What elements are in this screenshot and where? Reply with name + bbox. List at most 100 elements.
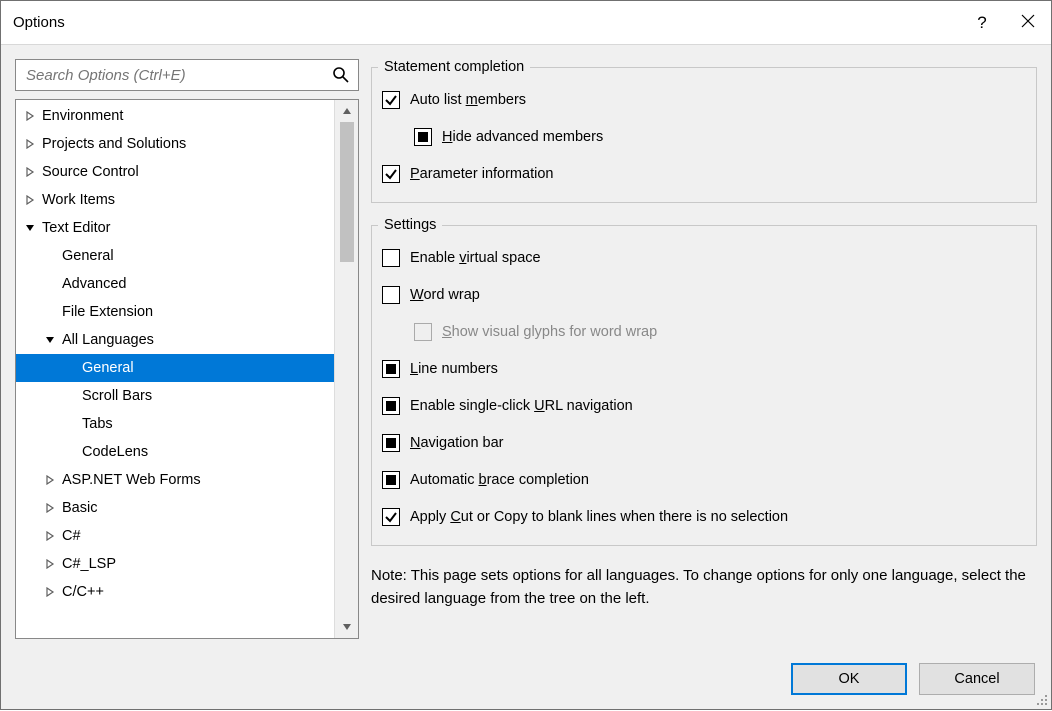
resize-grip-icon[interactable] bbox=[1035, 693, 1049, 707]
tree-item[interactable]: General bbox=[16, 354, 334, 382]
checkbox-hide-advanced-members[interactable]: Hide advanced members bbox=[414, 118, 1026, 155]
tree-item[interactable]: Environment bbox=[16, 102, 334, 130]
chevron-right-icon[interactable] bbox=[24, 138, 36, 150]
search-icon[interactable] bbox=[332, 66, 350, 84]
checkbox-box[interactable] bbox=[382, 286, 400, 304]
tree-item-label: Projects and Solutions bbox=[42, 136, 186, 152]
checkbox-automatic-brace-completion[interactable]: Automatic brace completion bbox=[382, 461, 1026, 498]
tree-item-label: File Extension bbox=[62, 304, 153, 320]
note-text: Note: This page sets options for all lan… bbox=[371, 564, 1037, 611]
right-pane: Statement completion Auto list members H… bbox=[371, 59, 1037, 639]
group-settings: Settings Enable virtual space Word wrap … bbox=[371, 217, 1037, 546]
chevron-right-icon[interactable] bbox=[44, 530, 56, 542]
tree-item[interactable]: C#_LSP bbox=[16, 550, 334, 578]
tree-item[interactable]: Text Editor bbox=[16, 214, 334, 242]
checkbox-box[interactable] bbox=[382, 165, 400, 183]
tree-item-label: Tabs bbox=[82, 416, 113, 432]
tree-item[interactable]: File Extension bbox=[16, 298, 334, 326]
checkbox-box[interactable] bbox=[382, 91, 400, 109]
tree-item[interactable]: General bbox=[16, 242, 334, 270]
tree-item[interactable]: Basic bbox=[16, 494, 334, 522]
window-title: Options bbox=[13, 14, 959, 31]
options-dialog: Options ? Environment Projects and Soluti… bbox=[0, 0, 1052, 710]
tree-item-label: C#_LSP bbox=[62, 556, 116, 572]
tree-item[interactable]: C# bbox=[16, 522, 334, 550]
tree-item-label: Basic bbox=[62, 500, 97, 516]
checkbox-label: Enable single-click URL navigation bbox=[410, 398, 633, 414]
tree-view: Environment Projects and Solutions Source … bbox=[15, 99, 359, 639]
tree-item[interactable]: C/C++ bbox=[16, 578, 334, 606]
tree-item[interactable]: CodeLens bbox=[16, 438, 334, 466]
tree-items: Environment Projects and Solutions Source … bbox=[16, 100, 334, 638]
tree-item[interactable]: Projects and Solutions bbox=[16, 130, 334, 158]
chevron-down-icon[interactable] bbox=[44, 334, 56, 346]
checkbox-label: Navigation bar bbox=[410, 435, 504, 451]
tree-item[interactable]: Tabs bbox=[16, 410, 334, 438]
tree-item[interactable]: All Languages bbox=[16, 326, 334, 354]
tree-item-label: C/C++ bbox=[62, 584, 104, 600]
chevron-right-icon[interactable] bbox=[44, 502, 56, 514]
checkbox-label: Line numbers bbox=[410, 361, 498, 377]
checkbox-box[interactable] bbox=[382, 397, 400, 415]
checkbox-word-wrap[interactable]: Word wrap bbox=[382, 276, 1026, 313]
group-legend: Statement completion bbox=[378, 59, 530, 75]
scrollbar[interactable] bbox=[334, 100, 358, 638]
search-input[interactable] bbox=[24, 66, 332, 85]
tree-item-label: Text Editor bbox=[42, 220, 111, 236]
checkbox-label: Word wrap bbox=[410, 287, 480, 303]
tree-item-label: ASP.NET Web Forms bbox=[62, 472, 201, 488]
tree-item-label: Work Items bbox=[42, 192, 115, 208]
checkbox-navigation-bar[interactable]: Navigation bar bbox=[382, 424, 1026, 461]
titlebar: Options ? bbox=[1, 1, 1051, 45]
checkbox-label: Apply Cut or Copy to blank lines when th… bbox=[410, 509, 788, 525]
checkbox-line-numbers[interactable]: Line numbers bbox=[382, 350, 1026, 387]
tree-item[interactable]: Work Items bbox=[16, 186, 334, 214]
checkbox-label: Show visual glyphs for word wrap bbox=[442, 324, 657, 340]
tree-item-label: Source Control bbox=[42, 164, 139, 180]
tree-item[interactable]: Source Control bbox=[16, 158, 334, 186]
checkbox-box[interactable] bbox=[382, 249, 400, 267]
checkbox-box[interactable] bbox=[382, 360, 400, 378]
chevron-right-icon[interactable] bbox=[44, 474, 56, 486]
scroll-down-icon[interactable] bbox=[335, 616, 359, 638]
checkbox-label: Parameter information bbox=[410, 166, 553, 182]
checkbox-apply-cut-copy-blank-lines[interactable]: Apply Cut or Copy to blank lines when th… bbox=[382, 498, 1026, 535]
ok-button[interactable]: OK bbox=[791, 663, 907, 695]
checkbox-enable-virtual-space[interactable]: Enable virtual space bbox=[382, 239, 1026, 276]
spacer bbox=[64, 446, 76, 458]
checkbox-enable-url-navigation[interactable]: Enable single-click URL navigation bbox=[382, 387, 1026, 424]
chevron-down-icon[interactable] bbox=[24, 222, 36, 234]
checkbox-box[interactable] bbox=[382, 508, 400, 526]
tree-item-label: General bbox=[82, 360, 134, 376]
tree-item[interactable]: ASP.NET Web Forms bbox=[16, 466, 334, 494]
chevron-right-icon[interactable] bbox=[24, 194, 36, 206]
checkbox-label: Hide advanced members bbox=[442, 129, 603, 145]
tree-item-label: C# bbox=[62, 528, 81, 544]
chevron-right-icon[interactable] bbox=[44, 586, 56, 598]
spacer bbox=[64, 362, 76, 374]
cancel-button[interactable]: Cancel bbox=[919, 663, 1035, 695]
group-statement-completion: Statement completion Auto list members H… bbox=[371, 59, 1037, 203]
scroll-up-icon[interactable] bbox=[335, 100, 359, 122]
chevron-right-icon[interactable] bbox=[44, 558, 56, 570]
scroll-thumb[interactable] bbox=[340, 122, 354, 262]
help-button[interactable]: ? bbox=[959, 1, 1005, 45]
chevron-right-icon[interactable] bbox=[24, 166, 36, 178]
close-button[interactable] bbox=[1005, 1, 1051, 45]
left-pane: Environment Projects and Solutions Source … bbox=[15, 59, 359, 639]
chevron-right-icon[interactable] bbox=[24, 110, 36, 122]
search-box[interactable] bbox=[15, 59, 359, 91]
spacer bbox=[44, 250, 56, 262]
checkbox-box[interactable] bbox=[382, 471, 400, 489]
dialog-footer: OK Cancel bbox=[1, 653, 1051, 709]
checkbox-box[interactable] bbox=[414, 128, 432, 146]
tree-item[interactable]: Scroll Bars bbox=[16, 382, 334, 410]
spacer bbox=[44, 278, 56, 290]
tree-item-label: Advanced bbox=[62, 276, 127, 292]
checkbox-auto-list-members[interactable]: Auto list members bbox=[382, 81, 1026, 118]
checkbox-box[interactable] bbox=[382, 434, 400, 452]
tree-item[interactable]: Advanced bbox=[16, 270, 334, 298]
spacer bbox=[64, 418, 76, 430]
checkbox-parameter-information[interactable]: Parameter information bbox=[382, 155, 1026, 192]
tree-item-label: Scroll Bars bbox=[82, 388, 152, 404]
